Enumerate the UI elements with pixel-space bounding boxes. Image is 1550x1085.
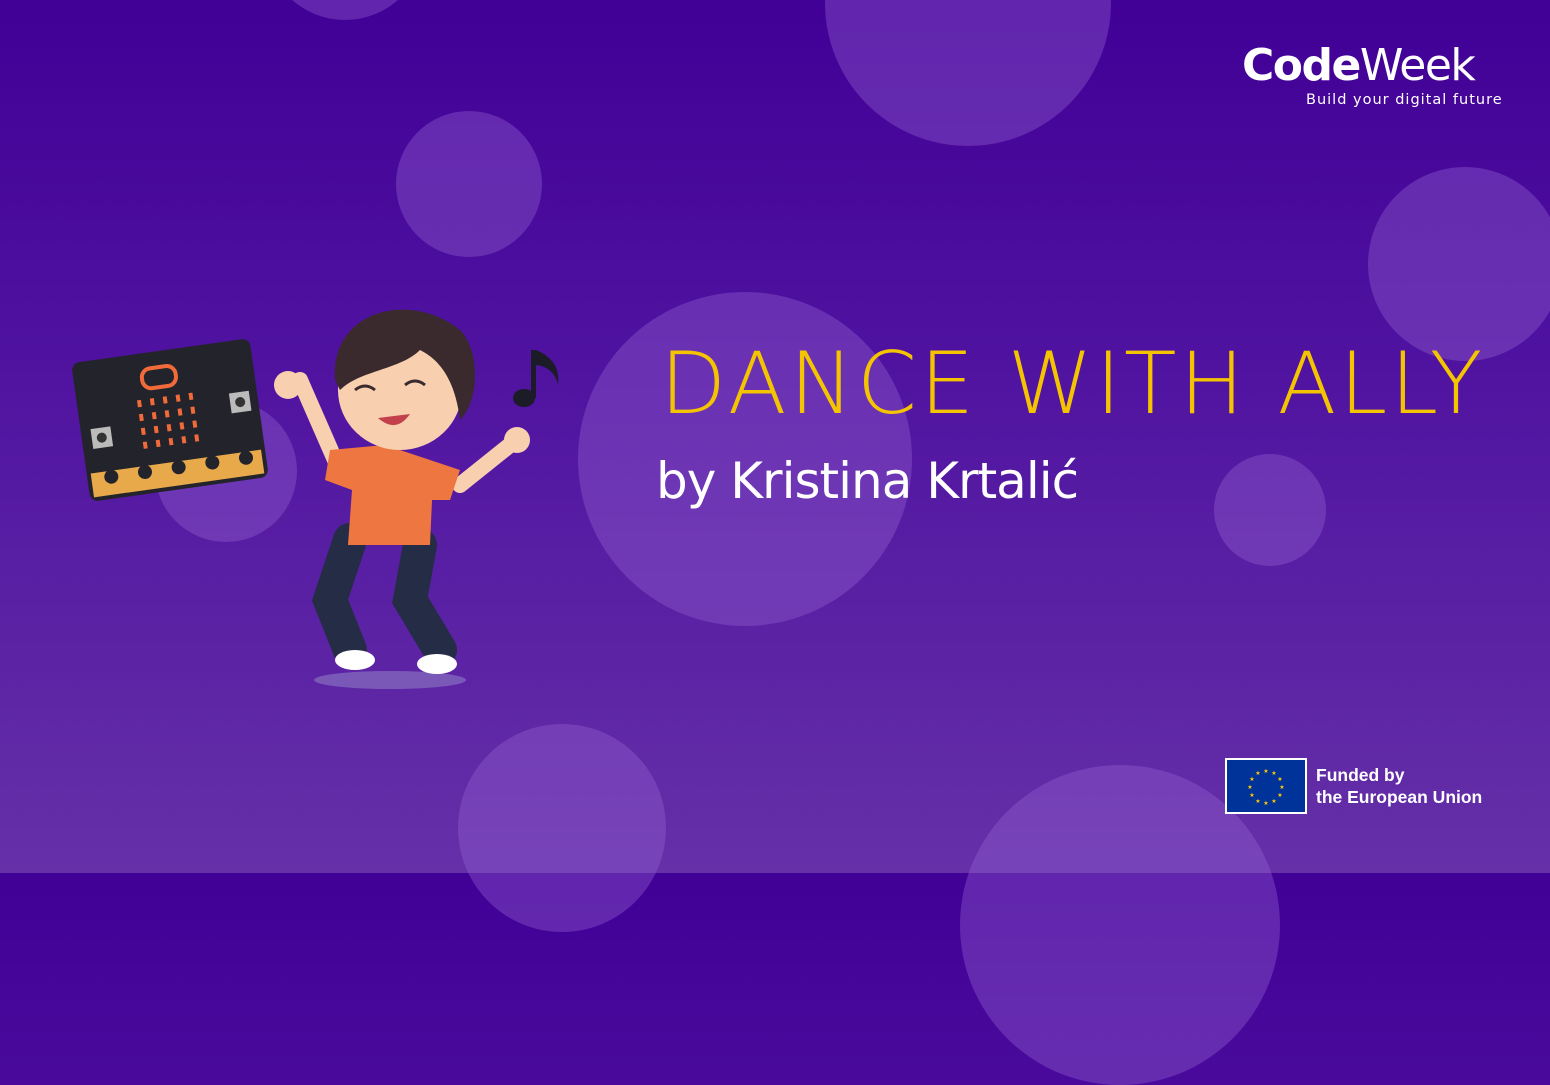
svg-text:★: ★: [1277, 792, 1282, 799]
decor-bubble: [458, 724, 666, 932]
logo-tagline: Build your digital future: [1306, 92, 1503, 108]
dancing-child-illustration: [72, 309, 559, 689]
shadow: [314, 671, 466, 689]
eu-funding-badge: ★ ★ ★ ★ ★ ★ ★ ★ ★ ★ ★ ★ Funded by the European Uni…: [1225, 758, 1482, 814]
decor-bubble: [1368, 167, 1550, 361]
logo-brand-bold: Code: [1242, 40, 1361, 91]
eu-flag-icon: ★ ★★★★★ ★★★★★★: [1225, 758, 1307, 814]
logo-brand-light: Week: [1359, 40, 1476, 91]
svg-text:★: ★: [1277, 776, 1282, 783]
svg-text:★: ★: [1255, 798, 1260, 805]
svg-text:★: ★: [1249, 776, 1254, 783]
microbit-board-icon: [72, 339, 268, 501]
svg-text:★: ★: [1271, 798, 1276, 805]
codeweek-logo: CodeWeek Build your digital future: [1242, 40, 1502, 108]
slide-subtitle: by Kristina Krtalić: [656, 452, 1079, 510]
slide-title: DANCE WITH ALLY: [660, 334, 1486, 434]
svg-text:★: ★: [1263, 800, 1268, 807]
child-icon: [274, 309, 530, 674]
svg-text:★: ★: [1247, 784, 1252, 791]
svg-text:★: ★: [1249, 792, 1254, 799]
funding-line-1: Funded by: [1316, 765, 1405, 785]
music-note-icon: [513, 350, 559, 407]
svg-text:★: ★: [1279, 784, 1284, 791]
decor-bubble: [825, 0, 1111, 146]
svg-text:★: ★: [1271, 770, 1276, 777]
svg-text:★: ★: [1263, 768, 1268, 775]
svg-text:★: ★: [1255, 770, 1260, 777]
decor-bubble: [1214, 454, 1326, 566]
funding-line-2: the European Union: [1316, 787, 1483, 807]
